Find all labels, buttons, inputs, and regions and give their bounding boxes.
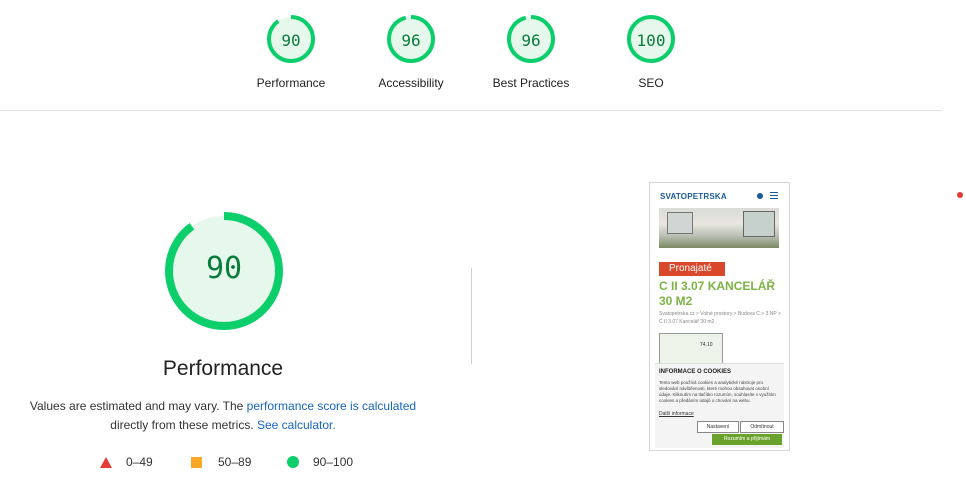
- legend-fail: 0–49: [100, 455, 153, 469]
- cookie-reject-button: Odmítnout: [740, 421, 784, 433]
- window-shape: [743, 211, 775, 237]
- cookie-banner: INFORMACE O COOKIES Tento web používá co…: [655, 363, 784, 448]
- orange-square-icon: [191, 456, 202, 468]
- performance-score: 90: [205, 251, 243, 286]
- gauge-best-practices[interactable]: 96 Best Practices: [476, 14, 586, 90]
- legend-average: 50–89: [191, 455, 251, 469]
- page-screenshot-thumbnail[interactable]: SVATOPETRSKA Pronajaté C II 3.07 KANCELÁ…: [649, 182, 790, 451]
- gauge-label: SEO: [638, 76, 664, 90]
- window-shape: [667, 212, 693, 234]
- gauge-label: Best Practices: [492, 76, 570, 90]
- legend-label: 50–89: [218, 455, 252, 469]
- desc-text: directly from these metrics.: [110, 418, 257, 432]
- floor-plan-image: 74.10: [659, 333, 723, 365]
- green-circle-icon: [287, 456, 299, 468]
- performance-description: Values are estimated and may vary. The p…: [20, 397, 426, 435]
- gauge-performance[interactable]: 90 Performance: [236, 14, 346, 90]
- breadcrumb: Svatopetrska.cz > Volné prostory > Budov…: [659, 311, 781, 325]
- desc-text: Values are estimated and may vary. The: [29, 399, 247, 413]
- gauge-score: 96: [401, 31, 421, 50]
- gauge-label: Accessibility: [378, 76, 444, 90]
- cookie-accept-button: Rozumím a přijímám: [712, 434, 782, 445]
- gauge-accessibility[interactable]: 96 Accessibility: [356, 14, 466, 90]
- see-calculator-link[interactable]: See calculator.: [257, 418, 336, 432]
- office-photo: [659, 208, 779, 248]
- legend-label: 90–100: [313, 455, 354, 469]
- legend-pass: 90–100: [287, 455, 353, 469]
- performance-title: Performance: [162, 357, 284, 380]
- cookie-settings-button: Nastavení: [697, 421, 739, 433]
- gauge-score: 96: [521, 31, 541, 50]
- gauge-label: Performance: [256, 76, 326, 90]
- score-calculation-link[interactable]: performance score is calculated: [247, 399, 416, 413]
- red-dot-icon: [957, 192, 963, 198]
- hamburger-menu-icon: [770, 192, 778, 200]
- status-badge: Pronajaté: [659, 262, 725, 276]
- vertical-divider: [471, 268, 472, 364]
- red-triangle-icon: [100, 456, 112, 468]
- cookie-title: INFORMACE O COOKIES: [659, 369, 732, 375]
- cookie-more-link: Další informace: [659, 411, 694, 417]
- gauge-seo[interactable]: 100 SEO: [596, 14, 706, 90]
- site-logo: SVATOPETRSKA: [660, 192, 727, 201]
- gauge-score: 90: [281, 31, 301, 50]
- category-gauges-bar: 90 Performance 96 Accessibility 96 Best …: [0, 0, 942, 111]
- search-icon: [757, 193, 763, 199]
- gauge-score: 100: [636, 31, 666, 50]
- listing-title: C II 3.07 KANCELÁŘ 30 M2: [659, 279, 776, 308]
- legend-label: 0–49: [126, 455, 153, 469]
- site-header: SVATOPETRSKA: [650, 183, 789, 207]
- cookie-text: Tento web používá cookies a analytické n…: [659, 380, 776, 403]
- plan-label: 74.10: [700, 342, 713, 348]
